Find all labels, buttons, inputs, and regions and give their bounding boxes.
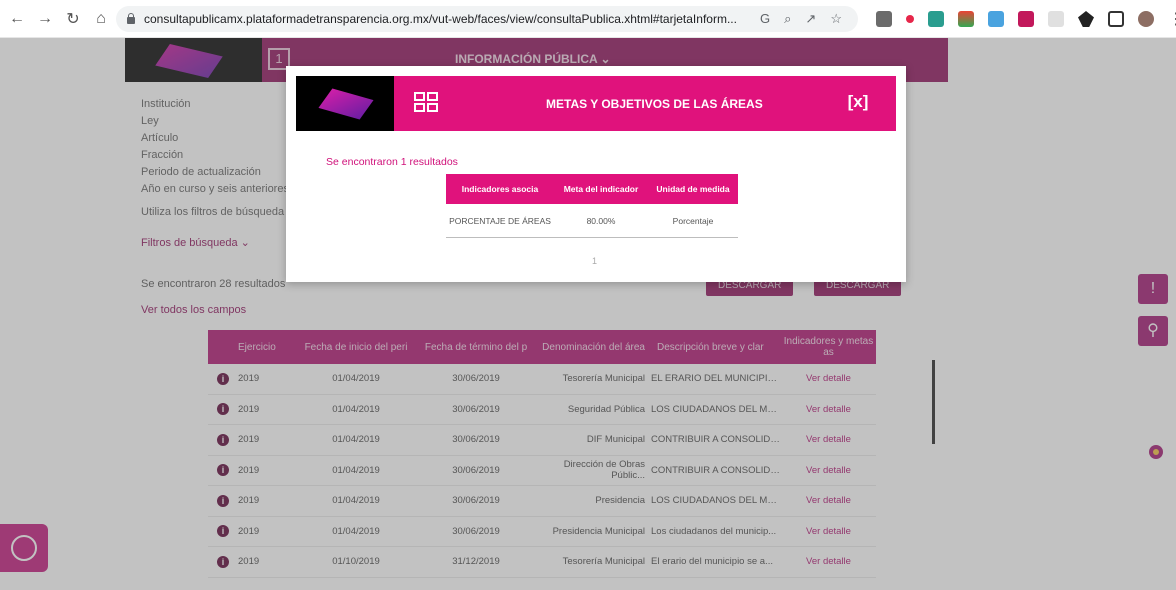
metas-modal: METAS Y OBJETIVOS DE LAS ÁREAS [x] Se en…	[286, 66, 906, 282]
cell: PORCENTAJE DE ÁREAS	[449, 215, 551, 226]
puzzle-icon	[414, 92, 440, 114]
modal-table-header: Indicadores asocia Meta del indicador Un…	[446, 174, 738, 204]
puzzle-icon[interactable]	[1078, 11, 1094, 27]
cell: 80.00%	[586, 215, 616, 226]
reload-icon[interactable]: ↻	[62, 8, 84, 30]
url-text[interactable]: consultapublicamx.plataformadetransparen…	[144, 12, 754, 26]
home-icon[interactable]: ⌂	[90, 8, 112, 30]
extension-icon[interactable]	[876, 11, 892, 27]
modal-table: Indicadores asocia Meta del indicador Un…	[446, 174, 738, 238]
avatar[interactable]	[1138, 11, 1154, 27]
extension-icon[interactable]	[1048, 11, 1064, 27]
google-icon[interactable]: G	[760, 11, 770, 27]
modal-results-count: Se encontraron 1 resultados	[326, 156, 458, 168]
extension-icon[interactable]	[1018, 11, 1034, 27]
zoom-icon[interactable]: ⌕	[784, 11, 791, 27]
lock-icon	[126, 13, 136, 25]
column-header: Indicadores asocia	[461, 184, 539, 194]
sidepanel-icon[interactable]	[1108, 11, 1124, 27]
extension-icon[interactable]	[988, 11, 1004, 27]
extension-icon[interactable]	[928, 11, 944, 27]
back-icon[interactable]: ←	[6, 8, 28, 30]
close-button[interactable]: [x]	[844, 89, 872, 115]
column-header: Unidad de medida	[656, 184, 730, 194]
extension-icon[interactable]	[906, 15, 914, 23]
browser-toolbar: ← → ↻ ⌂ consultapublicamx.plataformadetr…	[0, 0, 1176, 38]
cell: Porcentaje	[672, 215, 714, 226]
extension-icon[interactable]	[958, 11, 974, 27]
table-row: PORCENTAJE DE ÁREAS 80.00% Porcentaje	[446, 204, 738, 238]
forward-icon[interactable]: →	[34, 8, 56, 30]
modal-title: METAS Y OBJETIVOS DE LAS ÁREAS	[546, 97, 763, 111]
modal-logo	[296, 76, 394, 131]
share-icon[interactable]: ↗	[805, 11, 816, 27]
bookmark-star-icon[interactable]: ☆	[830, 11, 842, 27]
column-header: Meta del indicador	[563, 184, 639, 194]
menu-dots-icon[interactable]: ⋮	[1168, 9, 1176, 29]
modal-header: METAS Y OBJETIVOS DE LAS ÁREAS [x]	[296, 76, 896, 131]
address-bar[interactable]: consultapublicamx.plataformadetransparen…	[116, 6, 858, 32]
pagination-page[interactable]: 1	[592, 256, 597, 266]
